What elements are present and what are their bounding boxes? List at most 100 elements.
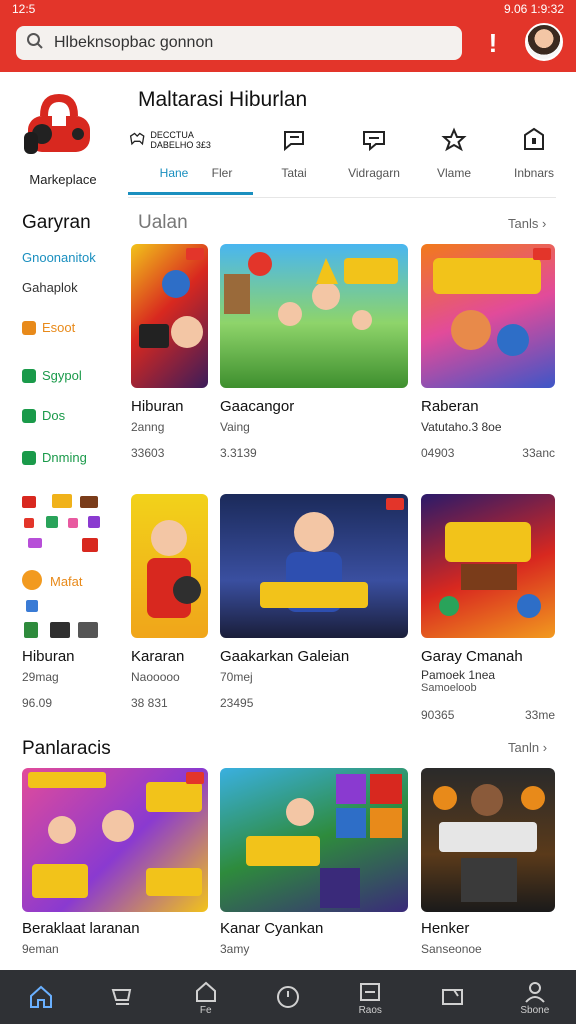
nav-home[interactable]: [11, 984, 71, 1010]
game-card[interactable]: Raberan Vatutaho.3 8oe 04903 33anc: [421, 244, 555, 464]
game-thumbnail: [220, 494, 408, 638]
game-card[interactable]: Gaacangor Vaing 3.3139: [220, 244, 408, 464]
star-badge-icon: [418, 124, 490, 156]
game-meta: 90365: [421, 708, 455, 722]
nav-folder[interactable]: [423, 984, 483, 1010]
see-more-label: Tanln: [508, 740, 540, 755]
search-icon: [26, 32, 44, 55]
game-subtitle: Pamoek 1nea: [421, 668, 496, 682]
tab-label: Fler: [211, 166, 233, 180]
chevron-right-icon: ›: [541, 216, 547, 231]
logo-label: Markeplace: [29, 172, 97, 187]
tab-label: Inbnars: [513, 166, 555, 180]
status-icons: 9.06 1:9:32: [503, 2, 564, 16]
avatar[interactable]: [525, 23, 563, 61]
header-divider: [128, 197, 556, 198]
nav-cart[interactable]: [93, 984, 153, 1010]
nav-house[interactable]: Fe: [176, 979, 236, 1016]
sidebar-title: Garyran: [22, 212, 91, 233]
cart-icon: [93, 984, 153, 1010]
home-icon: [11, 984, 71, 1010]
sidebar-item-gnoonanitok[interactable]: Gnoonanitok: [22, 250, 96, 265]
game-subtitle: 9eman: [22, 942, 59, 956]
message-icon: [338, 124, 410, 156]
game-thumbnail: [421, 244, 555, 388]
marketplace-logo: [22, 88, 96, 162]
game-card[interactable]: Hiburan 29mag 96.09: [22, 648, 112, 718]
nav-label: Raos: [358, 1004, 382, 1016]
category-icon: [22, 368, 36, 383]
nav-label: Sbone: [520, 1004, 550, 1016]
tab-vidragarn[interactable]: Vidragarn: [338, 124, 410, 196]
nav-clock[interactable]: [258, 984, 318, 1010]
sidebar-item-dos[interactable]: Dos: [22, 408, 65, 423]
app-header: Markeplace Maltarasi Hiburlan DECCTUA DA…: [0, 72, 576, 200]
tab-fler[interactable]: Fler: [186, 124, 258, 196]
game-title: Hiburan: [22, 648, 75, 665]
section-title: Panlaracis: [22, 738, 111, 759]
tab-vlame[interactable]: Vlame: [418, 124, 490, 196]
game-card[interactable]: Kanar Cyankan 3amy: [220, 768, 408, 968]
tab-tatai[interactable]: Tatai: [258, 124, 330, 196]
game-card[interactable]: Beraklaat laranan 9eman: [22, 768, 208, 968]
active-tab-indicator: [128, 192, 253, 195]
inbox-icon: [340, 979, 400, 1005]
game-rating: 33anc: [522, 446, 555, 460]
nav-label: Fe: [199, 1004, 212, 1016]
house-outline-icon: [176, 979, 236, 1005]
sidebar-item-gahaplok[interactable]: Gahaplok: [22, 280, 78, 295]
status-bar: 12:5 9.06 1:9:32: [0, 0, 576, 18]
tab-label: Vlame: [436, 166, 471, 180]
game-meta: 3.3139: [220, 446, 257, 460]
see-more-label: Tanls: [508, 216, 539, 231]
tab-bar: DECCTUA DABELHO 3£3 Hane Fler Tatai Vidr…: [128, 124, 568, 196]
game-meta: 38 831: [131, 696, 168, 710]
game-title: Henker: [421, 920, 470, 937]
game-card[interactable]: Kararan Naooooo 38 831: [131, 494, 208, 718]
game-title: Gaacangor: [220, 398, 295, 415]
sidebar-promo-label: Mafat: [50, 574, 83, 589]
game-meta: 96.09: [22, 696, 53, 710]
bottom-nav: Fe Raos Sbone: [0, 970, 576, 1024]
status-right: 9.06 1:9:32: [504, 2, 564, 16]
see-more-link[interactable]: Tanln ›: [508, 740, 547, 755]
profile-icon: [505, 979, 565, 1005]
game-subtitle-2: Samoeloob: [421, 682, 477, 694]
game-subtitle: 2anng: [131, 420, 165, 434]
search-bar[interactable]: Hlbeknsopbac gonnon: [16, 26, 462, 60]
game-card[interactable]: Garay Cmanah Pamoek 1nea Samoeloob 90365…: [421, 494, 555, 722]
category-icon: [22, 320, 36, 335]
game-meta: 33603: [131, 446, 165, 460]
new-badge: [386, 498, 404, 510]
sidebar-item-esoot[interactable]: Esoot: [22, 320, 75, 335]
game-card[interactable]: Gaakarkan Galeian 70mej 23495: [220, 494, 408, 718]
alert-icon[interactable]: !: [482, 26, 504, 60]
game-meta: 04903: [421, 446, 455, 460]
game-title: Raberan: [421, 398, 479, 415]
game-meta: 23495: [220, 696, 254, 710]
page-title: Maltarasi Hiburlan: [138, 88, 308, 111]
category-icon: [22, 408, 36, 423]
sidebar-item-sgypol[interactable]: Sgypol: [22, 368, 82, 383]
game-card[interactable]: Henker Sanseonoe: [421, 768, 555, 968]
nav-profile[interactable]: Sbone: [505, 979, 565, 1016]
game-subtitle: Sanseonoe: [421, 942, 482, 956]
game-title: Garay Cmanah: [421, 648, 523, 665]
clock-icon: [258, 984, 318, 1010]
chevron-right-icon: ›: [542, 740, 548, 755]
sidebar-item-dnming[interactable]: Dnming: [22, 450, 87, 465]
game-title: Kanar Cyankan: [220, 920, 324, 937]
shield-icon: [498, 124, 570, 156]
tab-label: Tatai: [281, 166, 307, 180]
search-input[interactable]: Hlbeknsopbac gonnon: [54, 34, 213, 52]
tab-inbnars[interactable]: Inbnars: [498, 124, 570, 196]
chat-bubble-icon: [258, 124, 330, 156]
sidebar-item-label: Gahaplok: [22, 280, 78, 295]
see-more-link[interactable]: Tanls ›: [508, 216, 546, 231]
game-title: Hiburan: [131, 398, 184, 415]
nav-inbox[interactable]: Raos: [340, 979, 400, 1016]
sidebar-promo-graphic: [22, 492, 102, 642]
game-card[interactable]: Hiburan 2anng 33603: [131, 244, 208, 464]
game-thumbnail: [421, 494, 555, 638]
top-bar: Hlbeknsopbac gonnon !: [0, 18, 576, 72]
